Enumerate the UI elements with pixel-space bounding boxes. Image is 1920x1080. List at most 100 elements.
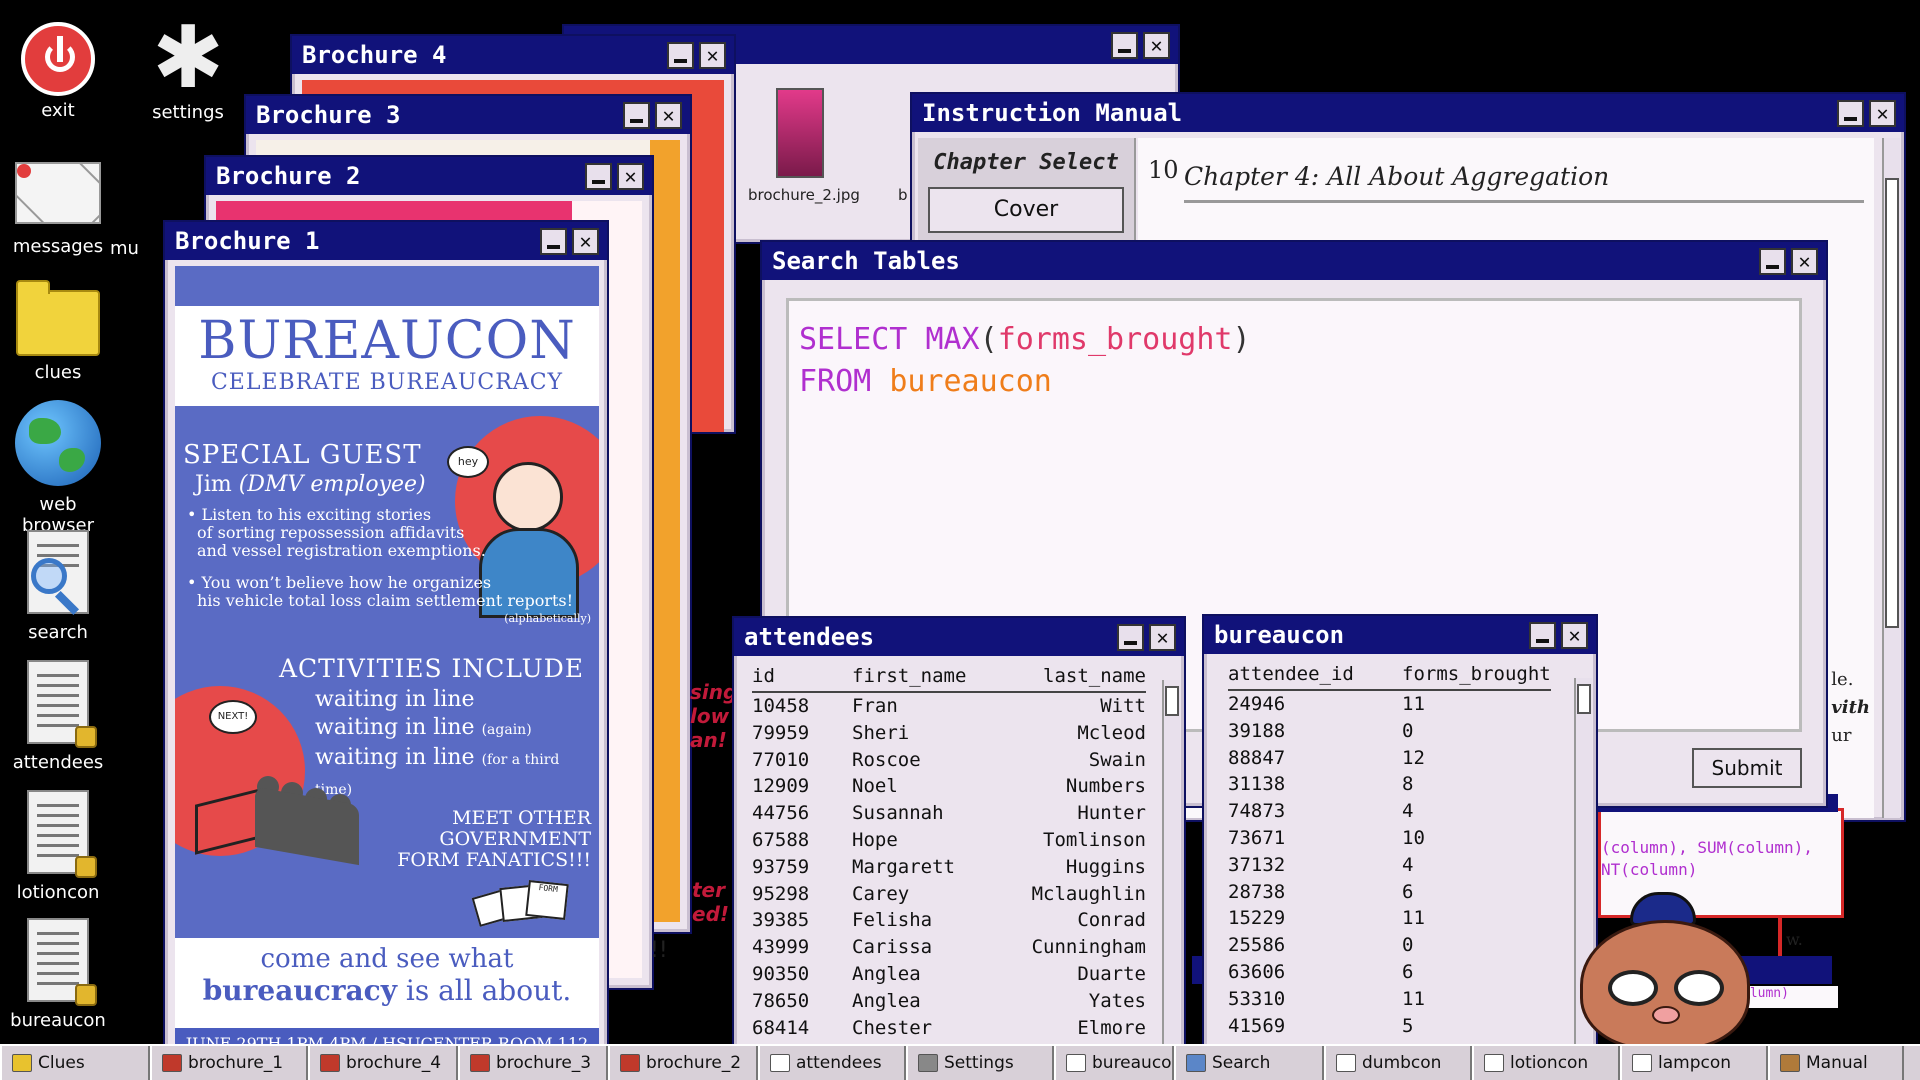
minimize-button[interactable]	[667, 42, 694, 69]
settings-shortcut[interactable]: ✱ settings	[133, 15, 243, 123]
table-row[interactable]: 68414 Chester Elmore	[752, 1015, 1146, 1042]
lotioncon-label: lotioncon	[16, 882, 100, 903]
search-titlebar[interactable]: Search Tables ✕	[762, 242, 1826, 280]
brochure-title: BUREAUCON	[198, 311, 576, 371]
close-button[interactable]: ✕	[1791, 248, 1818, 275]
table-cell: Felisha	[852, 909, 933, 932]
table-row[interactable]: 15229 11	[1228, 905, 1551, 932]
minimize-button[interactable]	[623, 102, 650, 129]
table-row[interactable]: 67588 Hope Tomlinson	[752, 827, 1146, 854]
table-row[interactable]: 39385 Felisha Conrad	[752, 907, 1146, 934]
minimize-button[interactable]	[1529, 622, 1556, 649]
minimize-button[interactable]	[585, 163, 612, 190]
close-button[interactable]: ✕	[699, 42, 726, 69]
table-cell: 24946	[1228, 693, 1286, 715]
doc-icon	[1336, 1054, 1356, 1072]
table-row[interactable]: 44756 Susannah Hunter	[752, 800, 1146, 827]
taskbar-item-clues[interactable]: Clues	[0, 1046, 150, 1080]
taskbar-item-brochure-1[interactable]: brochure_1	[150, 1046, 308, 1080]
table-row[interactable]: 77010 Roscoe Swain	[752, 747, 1146, 774]
table-row[interactable]: 41569 5	[1228, 1013, 1551, 1040]
brochure-1-titlebar[interactable]: Brochure 1 ✕	[165, 222, 607, 260]
attendees-titlebar[interactable]: attendees ✕	[734, 618, 1184, 656]
close-button[interactable]: ✕	[1149, 624, 1176, 651]
close-button[interactable]: ✕	[1869, 100, 1896, 127]
table-header-row: id first_name last_name	[752, 662, 1146, 693]
taskbar-item-brochure-2[interactable]: brochure_2	[608, 1046, 758, 1080]
brochure-2-thumbnail[interactable]	[776, 88, 824, 178]
brochure-4-titlebar[interactable]: Brochure 4 ✕	[292, 36, 734, 74]
minimize-button[interactable]	[540, 228, 567, 255]
taskbar-item-manual[interactable]: Manual	[1768, 1046, 1904, 1080]
table-row[interactable]: 78650 Anglea Yates	[752, 988, 1146, 1015]
table-row[interactable]: 10458 Fran Witt	[752, 692, 1146, 720]
table-row[interactable]: 93759 Margarett Huggins	[752, 854, 1146, 881]
bureaucon-shortcut[interactable]: bureaucon	[3, 918, 113, 1031]
chapter-title: Chapter 4: All About Aggregation	[1184, 162, 1610, 191]
brochure-2-titlebar[interactable]: Brochure 2 ✕	[206, 157, 652, 195]
table-row[interactable]: 74873 4	[1228, 798, 1551, 825]
close-button[interactable]: ✕	[617, 163, 644, 190]
search-shortcut[interactable]: search	[3, 530, 113, 643]
mascot-character[interactable]	[1570, 882, 1760, 1050]
bureaucon-table-area: attendee_id forms_brought 24946 11 39188 0 8…	[1228, 660, 1568, 1052]
minimize-button[interactable]	[1117, 624, 1144, 651]
table-row[interactable]: 28738 6	[1228, 879, 1551, 906]
table-row[interactable]: 31138 8	[1228, 771, 1551, 798]
table-row[interactable]: 43999 Carissa Cunningham	[752, 934, 1146, 961]
bureaucon-window[interactable]: bureaucon ✕ attendee_id forms_brought 24…	[1202, 614, 1598, 1052]
cover-button[interactable]: Cover	[928, 187, 1124, 233]
column-header-first-name[interactable]: first_name	[852, 662, 1002, 693]
taskbar-item-brochure-3[interactable]: brochure_3	[458, 1046, 608, 1080]
clues-shortcut[interactable]: clues	[3, 280, 113, 383]
minimize-button[interactable]	[1111, 32, 1138, 59]
table-row[interactable]: 79959 Sheri Mcleod	[752, 720, 1146, 747]
submit-button[interactable]: Submit	[1692, 748, 1802, 788]
table-row[interactable]: 39188 0	[1228, 718, 1551, 745]
exit-shortcut[interactable]: exit	[3, 22, 113, 121]
bureaucon-titlebar[interactable]: bureaucon ✕	[1204, 616, 1596, 654]
table-cell: 10458	[752, 695, 810, 717]
taskbar-item-attendees[interactable]: attendees	[758, 1046, 906, 1080]
taskbar-item-brochure-4[interactable]: brochure_4	[308, 1046, 458, 1080]
taskbar-item-dumbcon[interactable]: dumbcon	[1324, 1046, 1472, 1080]
close-button[interactable]: ✕	[1143, 32, 1170, 59]
table-row[interactable]: 88847 12	[1228, 745, 1551, 772]
attendees-window[interactable]: attendees ✕ id first_name last_name 1045…	[732, 616, 1186, 1052]
taskbar-item-search[interactable]: Search	[1174, 1046, 1324, 1080]
column-header-last-name[interactable]: last_name	[1002, 662, 1146, 693]
close-button[interactable]: ✕	[1561, 622, 1588, 649]
minimize-button[interactable]	[1759, 248, 1786, 275]
table-row[interactable]: 53310 11	[1228, 986, 1551, 1013]
taskbar-item-lampcon[interactable]: lampcon	[1620, 1046, 1768, 1080]
table-row[interactable]: 73671 10	[1228, 825, 1551, 852]
column-header-attendee-id[interactable]: attendee_id	[1228, 660, 1402, 691]
manual-scrollbar[interactable]	[1882, 138, 1900, 818]
table-row[interactable]: 63606 6	[1228, 959, 1551, 986]
manual-titlebar[interactable]: Instruction Manual ✕	[912, 94, 1904, 132]
taskbar-item-bureaucon[interactable]: bureaucon	[1054, 1046, 1174, 1080]
brochure-1-window[interactable]: Brochure 1 ✕ BUREAUCON CELEBRATE BUREAUC…	[163, 220, 609, 1066]
close-button[interactable]: ✕	[572, 228, 599, 255]
messages-shortcut[interactable]: messages	[3, 162, 113, 257]
minimize-button[interactable]	[1837, 100, 1864, 127]
column-header-id[interactable]: id	[752, 662, 852, 693]
table-row[interactable]: 37132 4	[1228, 852, 1551, 879]
table-cell: 4	[1402, 853, 1414, 876]
table-cell: 39385	[752, 909, 810, 932]
brochure-3-titlebar[interactable]: Brochure 3 ✕	[246, 96, 690, 134]
taskbar-item-settings[interactable]: Settings	[906, 1046, 1054, 1080]
table-row[interactable]: 25586 0	[1228, 932, 1551, 959]
close-button[interactable]: ✕	[655, 102, 682, 129]
attendees-shortcut[interactable]: attendees	[3, 660, 113, 773]
table-row[interactable]: 12909 Noel Numbers	[752, 773, 1146, 800]
taskbar-item-lotioncon[interactable]: lotioncon	[1472, 1046, 1620, 1080]
attendees-scrollbar[interactable]	[1162, 680, 1180, 1050]
web-browser-shortcut[interactable]: web browser	[3, 400, 113, 536]
column-header-forms-brought[interactable]: forms_brought	[1402, 660, 1551, 691]
table-row[interactable]: 90350 Anglea Duarte	[752, 961, 1146, 988]
lotioncon-shortcut[interactable]: lotioncon	[3, 790, 113, 903]
table-cell: Yates	[1088, 989, 1146, 1012]
table-row[interactable]: 95298 Carey Mclaughlin	[752, 881, 1146, 908]
table-row[interactable]: 24946 11	[1228, 690, 1551, 718]
